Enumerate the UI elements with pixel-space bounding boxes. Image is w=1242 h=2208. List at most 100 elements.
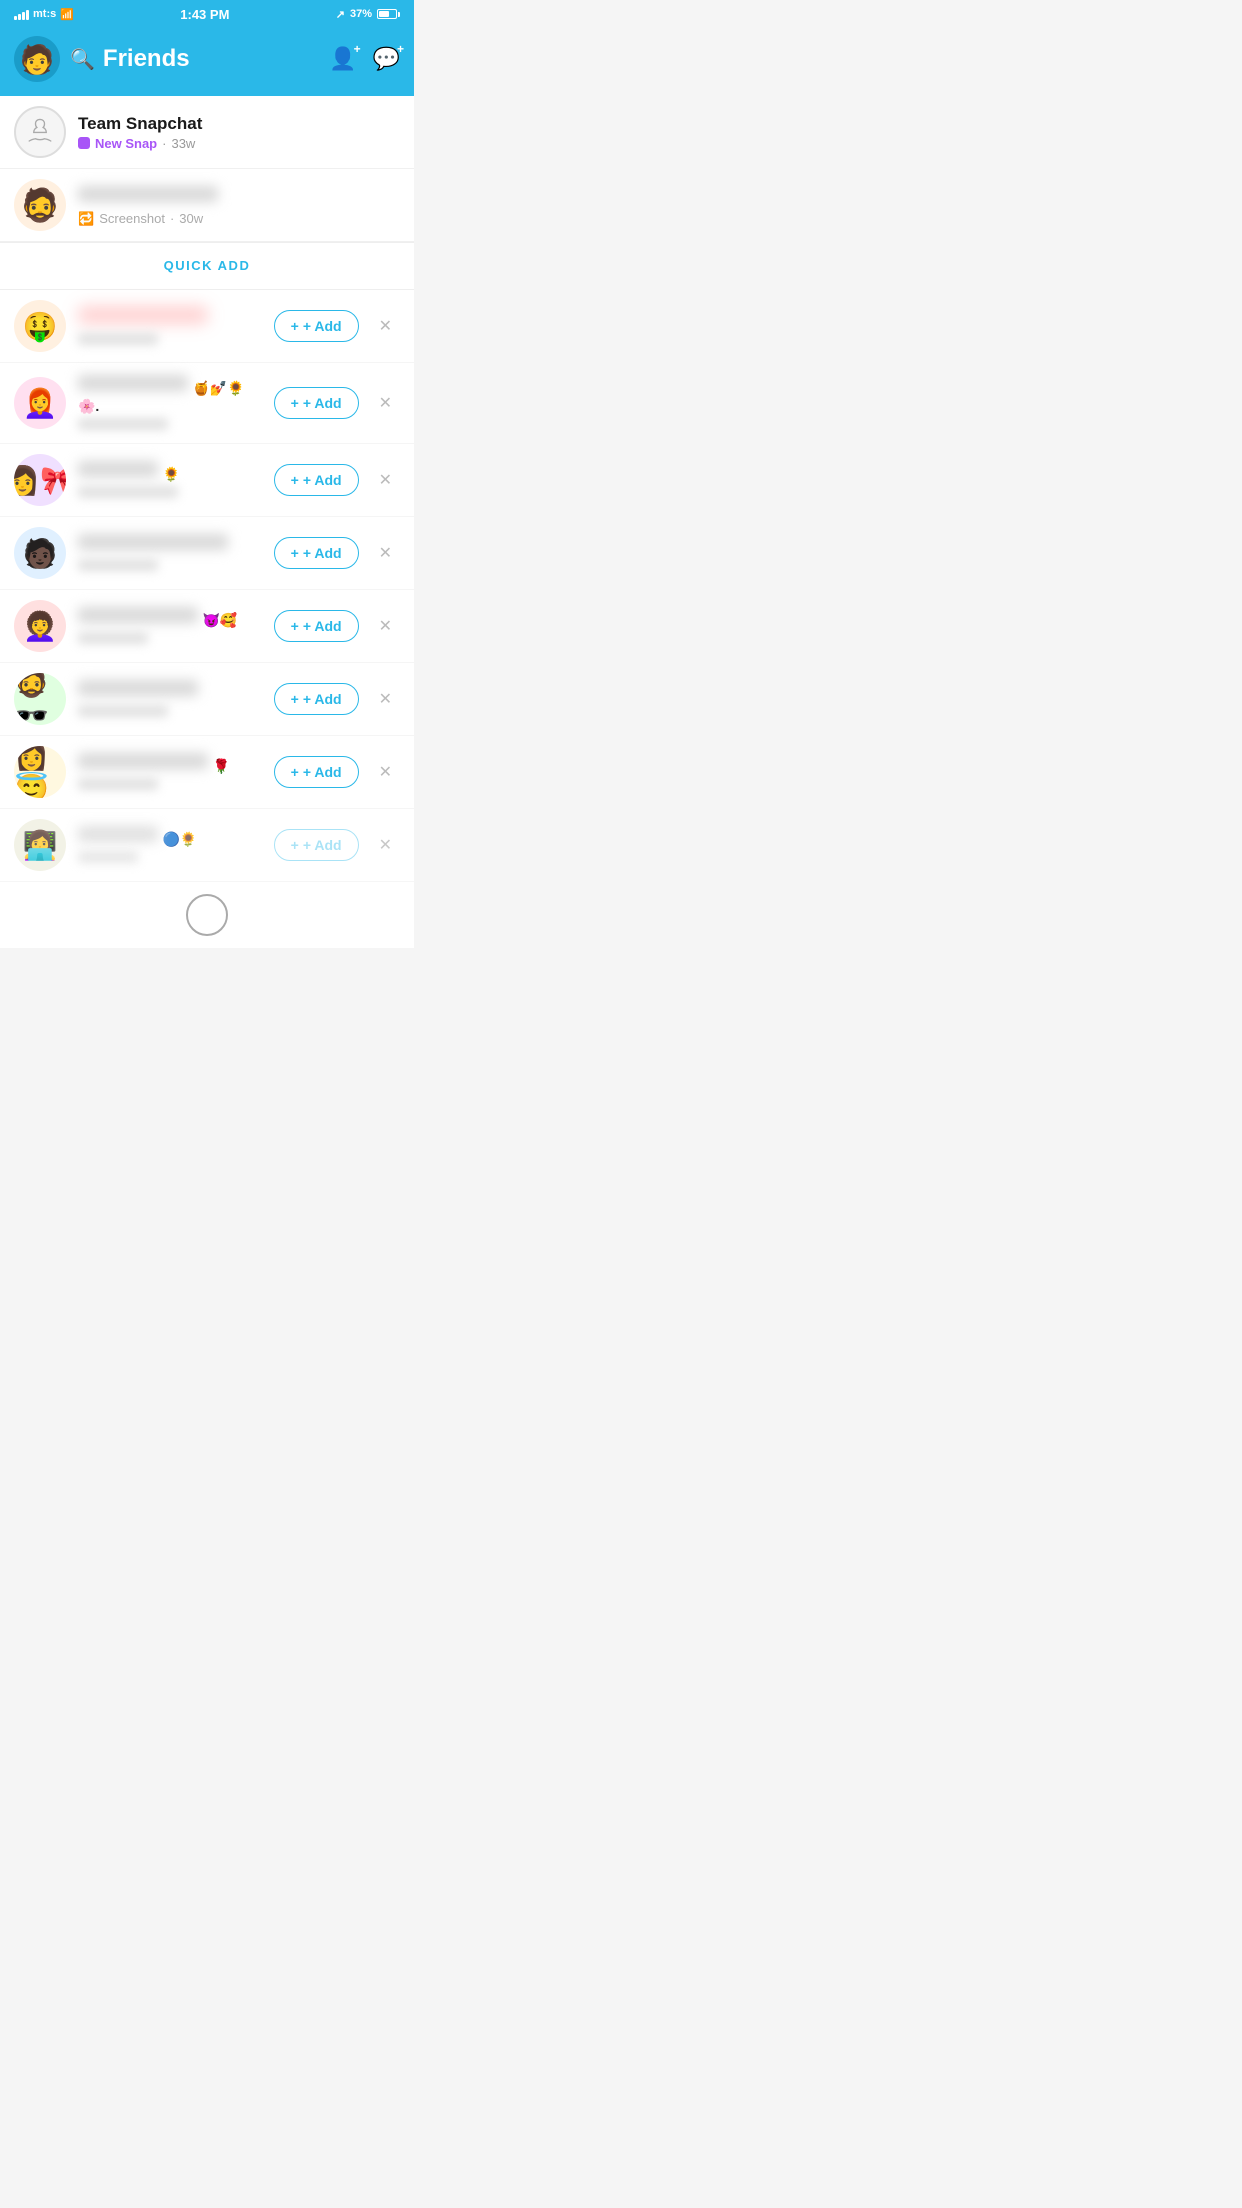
add-button-4[interactable]: + + Add xyxy=(274,537,359,569)
dismiss-button-1[interactable]: ✕ xyxy=(371,312,400,340)
friend-2-status: 🔁 Screenshot · 30w xyxy=(78,211,400,227)
add-button-8[interactable]: + + Add xyxy=(274,829,359,861)
quick-add-name-2: 🍯💅🌻🌸. xyxy=(78,373,262,416)
quick-add-name-8: 🔵🌻 xyxy=(78,824,262,849)
add-plus-icon-7: + xyxy=(291,764,299,780)
add-button-1[interactable]: + + Add xyxy=(274,310,359,342)
quick-add-info-1 xyxy=(78,304,262,348)
user-avatar[interactable]: 🧑 xyxy=(14,36,60,82)
quick-add-name-3: 🌻 xyxy=(78,459,262,484)
home-button[interactable] xyxy=(186,894,228,936)
quick-add-sub-3 xyxy=(78,486,262,501)
battery-label: 37% xyxy=(350,8,372,20)
wifi-icon: 📶 xyxy=(60,8,74,21)
team-snapchat-status: New Snap · 33w xyxy=(78,136,400,151)
add-plus-icon-5: + xyxy=(291,618,299,634)
add-plus-icon-8: + xyxy=(291,837,299,853)
dismiss-button-7[interactable]: ✕ xyxy=(371,758,400,786)
dismiss-button-2[interactable]: ✕ xyxy=(371,389,400,417)
quick-add-avatar-1: 🤑 xyxy=(14,300,66,352)
quick-add-item-6: 🧔🕶️ + + Add ✕ xyxy=(0,663,414,736)
quick-add-header: QUICK ADD xyxy=(0,242,414,290)
dismiss-button-5[interactable]: ✕ xyxy=(371,612,400,640)
status-left: mt:s 📶 xyxy=(14,8,74,21)
quick-add-info-4 xyxy=(78,532,262,574)
quick-add-avatar-7: 👩😇 xyxy=(14,746,66,798)
quick-add-sub-8 xyxy=(78,851,262,866)
home-indicator xyxy=(0,882,414,948)
friend-2-status-label: Screenshot xyxy=(99,211,165,226)
dismiss-button-8[interactable]: ✕ xyxy=(371,831,400,859)
quick-add-sub-6 xyxy=(78,705,262,720)
quick-add-name-7: 🌹 xyxy=(78,751,262,776)
team-snapchat-avatar xyxy=(14,106,66,158)
add-plus-icon-4: + xyxy=(291,545,299,561)
content-area: Team Snapchat New Snap · 33w 🧔 🔁 Screens… xyxy=(0,96,414,882)
quick-add-item-3: 👩‍🎀 🌻 + + Add ✕ xyxy=(0,444,414,517)
quick-add-item-8: 👩‍💻 🔵🌻 + + Add ✕ xyxy=(0,809,414,882)
location-icon: ↗ xyxy=(336,8,345,21)
quick-add-avatar-8: 👩‍💻 xyxy=(14,819,66,871)
quick-add-avatar-2: 👩‍🦰 xyxy=(14,377,66,429)
quick-add-info-6 xyxy=(78,678,262,720)
quick-add-label: QUICK ADD xyxy=(164,258,251,273)
friend-2-info: 🔁 Screenshot · 30w xyxy=(78,184,400,227)
add-friend-button[interactable]: 👤+ xyxy=(329,46,356,72)
quick-add-avatar-3: 👩‍🎀 xyxy=(14,454,66,506)
quick-add-avatar-6: 🧔🕶️ xyxy=(14,673,66,725)
status-right: ↗ 37% xyxy=(336,8,400,21)
quick-add-item-5: 👩‍🦱 😈🥰 + + Add ✕ xyxy=(0,590,414,663)
quick-add-info-3: 🌻 xyxy=(78,459,262,501)
add-button-6[interactable]: + + Add xyxy=(274,683,359,715)
quick-add-avatar-5: 👩‍🦱 xyxy=(14,600,66,652)
team-snapchat-item[interactable]: Team Snapchat New Snap · 33w xyxy=(0,96,414,169)
quick-add-sub-2 xyxy=(78,418,262,433)
page-title: Friends xyxy=(103,45,190,73)
add-chat-button[interactable]: 💬+ xyxy=(373,46,400,72)
header: 🧑 🔍 Friends 👤+ 💬+ xyxy=(0,28,414,96)
quick-add-item-7: 👩😇 🌹 + + Add ✕ xyxy=(0,736,414,809)
quick-add-name-1 xyxy=(78,304,262,331)
add-button-3[interactable]: + + Add xyxy=(274,464,359,496)
add-plus-icon-6: + xyxy=(291,691,299,707)
add-plus-icon-2: + xyxy=(291,395,299,411)
team-snapchat-time-val: 33w xyxy=(171,136,195,151)
add-button-7[interactable]: + + Add xyxy=(274,756,359,788)
header-actions: 👤+ 💬+ xyxy=(329,46,400,72)
header-title-area: 🔍 Friends xyxy=(70,45,319,73)
dismiss-button-4[interactable]: ✕ xyxy=(371,539,400,567)
quick-add-name-5: 😈🥰 xyxy=(78,605,262,630)
quick-add-name-4 xyxy=(78,532,262,557)
new-snap-label: New Snap xyxy=(95,136,157,151)
dismiss-button-3[interactable]: ✕ xyxy=(371,466,400,494)
team-snapchat-info: Team Snapchat New Snap · 33w xyxy=(78,114,400,151)
friend-2-avatar: 🧔 xyxy=(14,179,66,231)
quick-add-info-2: 🍯💅🌻🌸. xyxy=(78,373,262,433)
carrier-label: mt:s xyxy=(33,8,56,20)
screenshot-icon: 🔁 xyxy=(78,211,94,227)
quick-add-sub-5 xyxy=(78,632,262,647)
quick-add-name-6 xyxy=(78,678,262,703)
friend-2-item[interactable]: 🧔 🔁 Screenshot · 30w xyxy=(0,169,414,242)
search-icon: 🔍 xyxy=(70,47,95,72)
add-plus-icon-3: + xyxy=(291,472,299,488)
team-snapchat-time: · xyxy=(162,136,166,151)
quick-add-sub-7 xyxy=(78,778,262,793)
quick-add-item-4: 🧑🏿 + + Add ✕ xyxy=(0,517,414,590)
add-button-5[interactable]: + + Add xyxy=(274,610,359,642)
quick-add-avatar-4: 🧑🏿 xyxy=(14,527,66,579)
quick-add-info-7: 🌹 xyxy=(78,751,262,793)
dismiss-button-6[interactable]: ✕ xyxy=(371,685,400,713)
quick-add-info-5: 😈🥰 xyxy=(78,605,262,647)
new-snap-dot xyxy=(78,137,90,149)
add-button-2[interactable]: + + Add xyxy=(274,387,359,419)
battery-icon xyxy=(377,9,400,19)
friend-2-name xyxy=(78,184,400,209)
quick-add-sub-4 xyxy=(78,559,262,574)
signal-icon xyxy=(14,8,29,20)
quick-add-item-1: 🤑 + + Add ✕ xyxy=(0,290,414,363)
status-time: 1:43 PM xyxy=(180,7,229,22)
quick-add-info-8: 🔵🌻 xyxy=(78,824,262,866)
add-plus-icon-1: + xyxy=(291,318,299,334)
quick-add-sub-1 xyxy=(78,333,262,348)
